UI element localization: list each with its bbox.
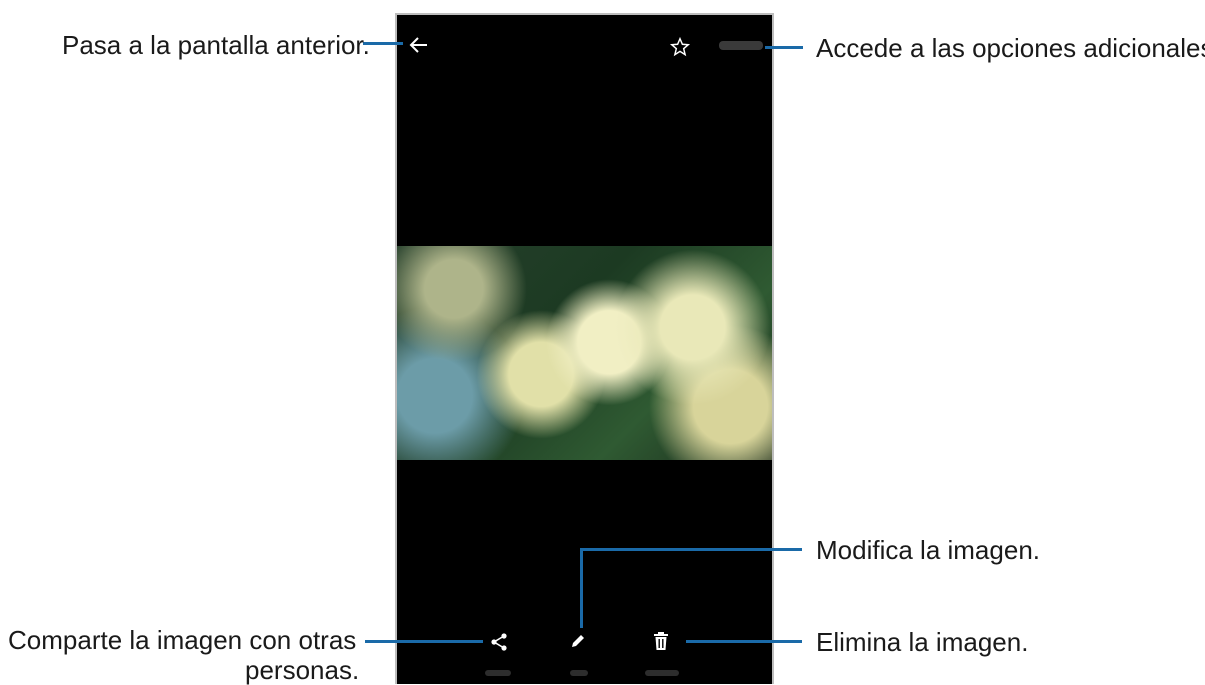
more-options-callout: Accede a las opciones adicionales. [816,33,1205,63]
phone-screen [395,13,774,684]
back-callout: Pasa a la pantalla anterior. [62,30,370,60]
delete-label-blurred [645,670,679,676]
more-callout-line [765,46,803,49]
share-callout-line [365,640,483,643]
image-preview[interactable] [397,246,772,460]
edit-callout: Modifica la imagen. [816,535,1040,565]
delete-callout: Elimina la imagen. [816,627,1029,657]
edit-callout-line-v [580,548,583,628]
pencil-icon[interactable] [568,631,588,651]
edit-label-blurred [570,670,588,676]
share-label-blurred [485,670,511,676]
more-options-button[interactable] [719,41,763,50]
edit-callout-line-h [580,548,802,551]
trash-icon[interactable] [652,631,670,651]
star-icon[interactable] [669,36,691,58]
delete-callout-line [686,640,802,643]
back-arrow-icon[interactable] [407,33,431,57]
share-callout-line2: personas. [245,655,360,685]
share-icon[interactable] [489,632,509,652]
share-callout-line1: Comparte la imagen con otras [8,625,357,655]
